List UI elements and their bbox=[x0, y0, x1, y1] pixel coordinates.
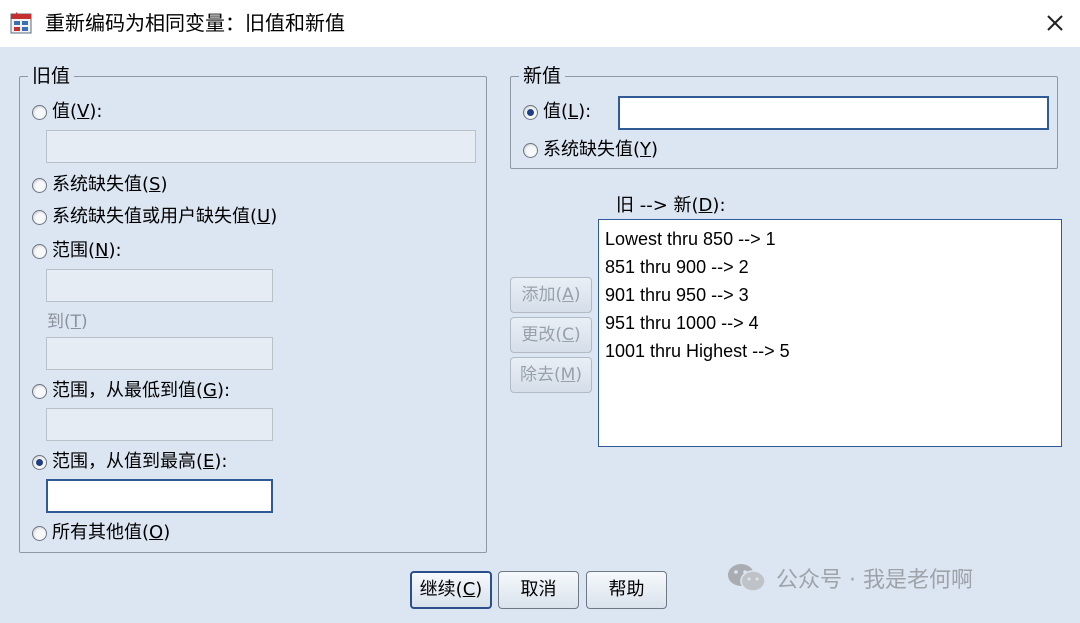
old-value-input[interactable] bbox=[46, 130, 476, 163]
old-system-or-user-missing-radio[interactable]: 系统缺失值或用户缺失值(U) bbox=[32, 205, 277, 229]
radio-selected-icon bbox=[523, 104, 538, 120]
dialog-title: 重新编码为相同变量：旧值和新值 bbox=[45, 11, 345, 35]
radio-circle-icon bbox=[32, 104, 47, 120]
old-range-lowest-radio[interactable]: 范围，从最低到值(G): bbox=[32, 379, 230, 403]
new-value-radio[interactable]: 值(L): bbox=[523, 100, 591, 124]
new-system-missing-radio[interactable]: 系统缺失值(Y) bbox=[523, 138, 658, 162]
new-value-legend: 新值 bbox=[519, 64, 566, 88]
cancel-button[interactable]: 取消 bbox=[498, 571, 579, 609]
old-system-missing-radio[interactable]: 系统缺失值(S) bbox=[32, 173, 168, 197]
watermark: 公众号 · 我是老何啊 bbox=[726, 562, 973, 594]
remove-button[interactable]: 除去(M) bbox=[510, 357, 592, 393]
radio-selected-icon bbox=[32, 454, 47, 470]
dialog-body: 旧值 值(V): 系统缺失值(S) 系统缺失值或用户缺失值(U) 范围(N): … bbox=[0, 47, 1080, 623]
recode-dialog: 重新编码为相同变量：旧值和新值 旧值 值(V): 系统缺失值(S) 系统缺失值或… bbox=[0, 0, 1080, 623]
list-item[interactable]: 951 thru 1000 --> 4 bbox=[605, 309, 1055, 337]
title-bar: 重新编码为相同变量：旧值和新值 bbox=[0, 0, 1080, 47]
wechat-icon bbox=[728, 564, 766, 592]
radio-circle-icon bbox=[32, 383, 47, 399]
radio-circle-icon bbox=[32, 209, 47, 225]
old-range-highest-radio[interactable]: 范围，从值到最高(E): bbox=[32, 450, 228, 474]
mapping-listbox[interactable]: Lowest thru 850 --> 1 851 thru 900 --> 2… bbox=[598, 219, 1062, 447]
list-item[interactable]: Lowest thru 850 --> 1 bbox=[605, 225, 1055, 253]
old-range-to-label: 到(T) bbox=[47, 312, 88, 332]
radio-circle-icon bbox=[32, 243, 47, 259]
old-range-from-input[interactable] bbox=[46, 269, 273, 302]
help-button[interactable]: 帮助 bbox=[586, 571, 667, 609]
close-icon[interactable] bbox=[1040, 8, 1070, 38]
radio-circle-icon bbox=[32, 525, 47, 541]
old-all-other-radio[interactable]: 所有其他值(O) bbox=[32, 521, 170, 545]
old-range-lowest-input[interactable] bbox=[46, 408, 273, 441]
old-value-legend: 旧值 bbox=[28, 64, 75, 88]
continue-button[interactable]: 继续(C) bbox=[410, 571, 492, 609]
old-range-to-input[interactable] bbox=[46, 337, 273, 370]
old-range-highest-input[interactable] bbox=[46, 479, 273, 513]
watermark-text: 公众号 · 我是老何啊 bbox=[776, 568, 973, 593]
radio-circle-icon bbox=[523, 142, 538, 158]
list-item[interactable]: 851 thru 900 --> 2 bbox=[605, 253, 1055, 281]
old-value-radio[interactable]: 值(V): bbox=[32, 100, 102, 124]
new-value-input[interactable] bbox=[618, 96, 1049, 130]
old-range-radio[interactable]: 范围(N): bbox=[32, 239, 122, 263]
radio-circle-icon bbox=[32, 177, 47, 193]
add-button[interactable]: 添加(A) bbox=[510, 277, 592, 313]
mapping-label: 旧 --> 新(D): bbox=[616, 195, 726, 216]
list-item[interactable]: 1001 thru Highest --> 5 bbox=[605, 337, 1055, 365]
change-button[interactable]: 更改(C) bbox=[510, 317, 592, 353]
list-item[interactable]: 901 thru 950 --> 3 bbox=[605, 281, 1055, 309]
spss-recode-icon bbox=[10, 12, 32, 34]
